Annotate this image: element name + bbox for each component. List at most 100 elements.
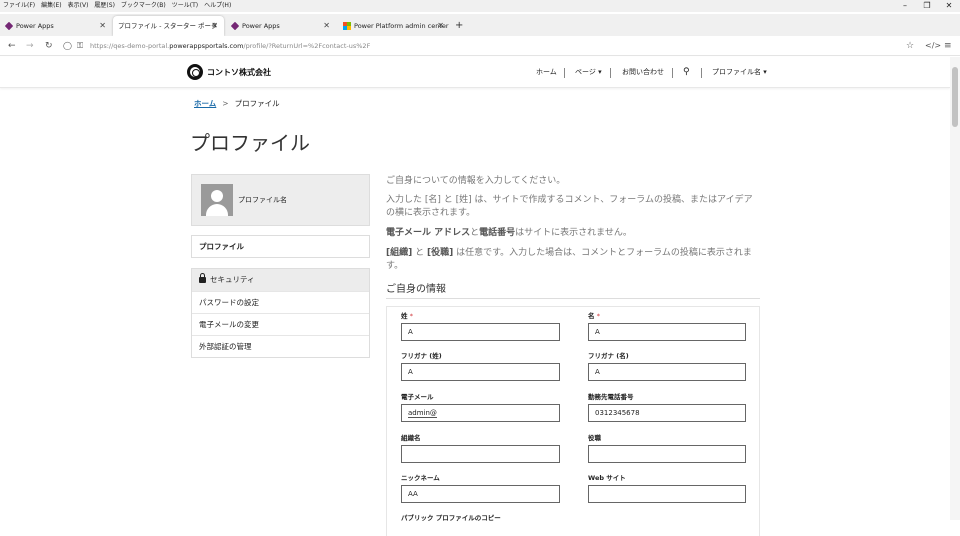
search-icon[interactable]: ⚲ (683, 57, 690, 88)
organization-input[interactable] (401, 445, 560, 463)
intro-phone-bold: 電話番号 (479, 228, 516, 238)
nav-separator (564, 68, 565, 78)
lastname-input[interactable]: A (401, 323, 560, 341)
avatar-body (206, 204, 228, 216)
shield-icon[interactable]: ◯ (63, 36, 72, 56)
profile-name: プロファイル名 (238, 196, 287, 204)
nav-profile-label: プロファイル名 (712, 68, 761, 76)
email-value: admin@ (408, 409, 437, 418)
menu-bar: ファイル(F) 編集(E) 表示(V) 履歴(S) ブックマーク(B) ツール(T) ヘルプ… (0, 0, 960, 12)
profile-card: プロファイル名 (191, 174, 370, 226)
public-profile-copy-label: パブリック プロファイルのコピー (401, 514, 501, 522)
page-scrollbar[interactable] (950, 57, 960, 520)
nav-separator (701, 68, 702, 78)
power-apps-icon (230, 21, 240, 31)
restore-icon[interactable]: ❐ (916, 0, 938, 12)
url-prefix: https://qes-demo-portal. (90, 42, 170, 50)
bookmark-star-icon[interactable]: ☆ (906, 36, 914, 56)
nickname-label: ニックネーム (401, 474, 440, 482)
forward-icon[interactable]: → (26, 36, 34, 56)
close-window-icon[interactable]: ✕ (938, 0, 960, 12)
section-title: ご自身の情報 (386, 283, 760, 299)
scrollbar-thumb[interactable] (952, 67, 958, 127)
new-tab-icon[interactable]: + (455, 16, 463, 36)
nav-separator (672, 68, 673, 78)
breadcrumb-home[interactable]: ホーム (194, 99, 216, 108)
nav-pages[interactable]: ページ ▾ (575, 57, 602, 88)
tab-profile-starter-portal[interactable]: プロファイル - スターター ポータル ✕ (113, 16, 224, 50)
avatar-head (211, 190, 223, 202)
site-header: コントソ株式会社 ホーム ページ ▾ お問い合わせ ⚲ プロファイル名 ▾ (0, 57, 950, 88)
firstname-label-text: 名 (588, 312, 595, 320)
sidebar-security-heading: セキュリティ (192, 269, 369, 291)
intro-title-bold: [役職] (426, 248, 454, 258)
intro-email-bold: 電子メール アドレス (386, 228, 471, 238)
sidebar-profile-box: プロファイル (191, 235, 370, 258)
jobtitle-label: 役職 (588, 434, 601, 442)
hamburger-menu-icon[interactable]: ≡ (944, 36, 952, 56)
nav-home[interactable]: ホーム (536, 57, 557, 88)
breadcrumb: ホーム > プロファイル (194, 98, 280, 110)
breadcrumb-separator: > (222, 99, 229, 108)
url-path: /profile/?ReturnUrl=%2Fcontact-us%2F (243, 42, 371, 50)
intro-and: と (470, 228, 480, 238)
chevron-down-icon: ▾ (763, 68, 767, 76)
lastname-kana-input[interactable]: A (401, 363, 560, 381)
phone-label: 勤務先電話番号 (588, 393, 634, 401)
tab-power-apps-2[interactable]: Power Apps ✕ (226, 16, 336, 36)
lock-icon[interactable]: ⚿ (77, 36, 83, 56)
breadcrumb-current: プロファイル (234, 99, 280, 108)
minimize-icon[interactable]: – (894, 0, 916, 12)
menu-view[interactable]: 表示(V) (65, 0, 92, 12)
menu-file[interactable]: ファイル(F) (0, 0, 38, 12)
power-apps-icon (4, 21, 14, 31)
organization-label: 組織名 (401, 434, 421, 442)
firstname-kana-input[interactable]: A (588, 363, 746, 381)
sidebar-item-set-password[interactable]: パスワードの設定 (192, 291, 369, 313)
jobtitle-input[interactable] (588, 445, 746, 463)
reload-icon[interactable]: ↻ (45, 36, 53, 56)
address-bar[interactable]: https://qes-demo-portal.powerappsportals… (90, 36, 370, 56)
nickname-input[interactable]: AA (401, 485, 560, 503)
email-field[interactable]: admin@ (401, 404, 560, 422)
sidebar-item-manage-external-auth[interactable]: 外部認証の管理 (192, 335, 369, 357)
close-tab-icon[interactable]: ✕ (211, 16, 218, 36)
menu-tools[interactable]: ツール(T) (169, 0, 201, 12)
tab-label: Power Platform admin center (354, 22, 449, 30)
close-tab-icon[interactable]: ✕ (99, 16, 106, 36)
site-brand[interactable]: コントソ株式会社 (207, 57, 271, 88)
firstname-kana-label: フリガナ (名) (588, 352, 629, 360)
nav-separator (610, 68, 611, 78)
menu-history[interactable]: 履歴(S) (91, 0, 118, 12)
microsoft-icon (343, 22, 351, 30)
sidebar-item-profile[interactable]: プロファイル (192, 236, 369, 258)
menu-edit[interactable]: 編集(E) (38, 0, 64, 12)
nav-contact[interactable]: お問い合わせ (622, 57, 664, 88)
menu-help[interactable]: ヘルプ(H) (201, 0, 234, 12)
lastname-kana-label: フリガナ (姓) (401, 352, 442, 360)
page-title: プロファイル (190, 131, 310, 155)
intro-line-4: [組織] と [役職] は任意です。入力した場合は、コメントとフォーラムの投稿に… (386, 247, 760, 273)
nav-pages-label: ページ (575, 68, 596, 76)
navigation-bar: ← → ↻ ◯ ⚿ https://qes-demo-portal.powera… (0, 36, 960, 56)
security-heading-label: セキュリティ (210, 275, 255, 284)
menu-bookmarks[interactable]: ブックマーク(B) (118, 0, 169, 12)
contoso-logo-icon[interactable] (187, 64, 203, 80)
code-icon[interactable]: </> (925, 36, 941, 56)
sidebar-item-change-email[interactable]: 電子メールの変更 (192, 313, 369, 335)
back-icon[interactable]: ← (8, 36, 16, 56)
website-input[interactable] (588, 485, 746, 503)
tab-label: Power Apps (242, 22, 280, 30)
email-label: 電子メール (401, 393, 434, 401)
phone-input[interactable]: 0312345678 (588, 404, 746, 422)
lastname-label: 姓 * (401, 311, 413, 321)
firstname-input[interactable]: A (588, 323, 746, 341)
close-tab-icon[interactable]: ✕ (437, 16, 444, 36)
close-tab-icon[interactable]: ✕ (323, 16, 330, 36)
tab-power-platform-admin[interactable]: Power Platform admin center ✕ (338, 16, 450, 36)
tab-power-apps-1[interactable]: Power Apps ✕ (0, 16, 112, 36)
firstname-label: 名 * (588, 311, 600, 321)
intro-line-3-rest: はサイトに表示されません。 (515, 228, 632, 238)
intro-line-1: ご自身についての情報を入力してください。 (386, 176, 566, 186)
nav-profile-menu[interactable]: プロファイル名 ▾ (712, 57, 767, 88)
